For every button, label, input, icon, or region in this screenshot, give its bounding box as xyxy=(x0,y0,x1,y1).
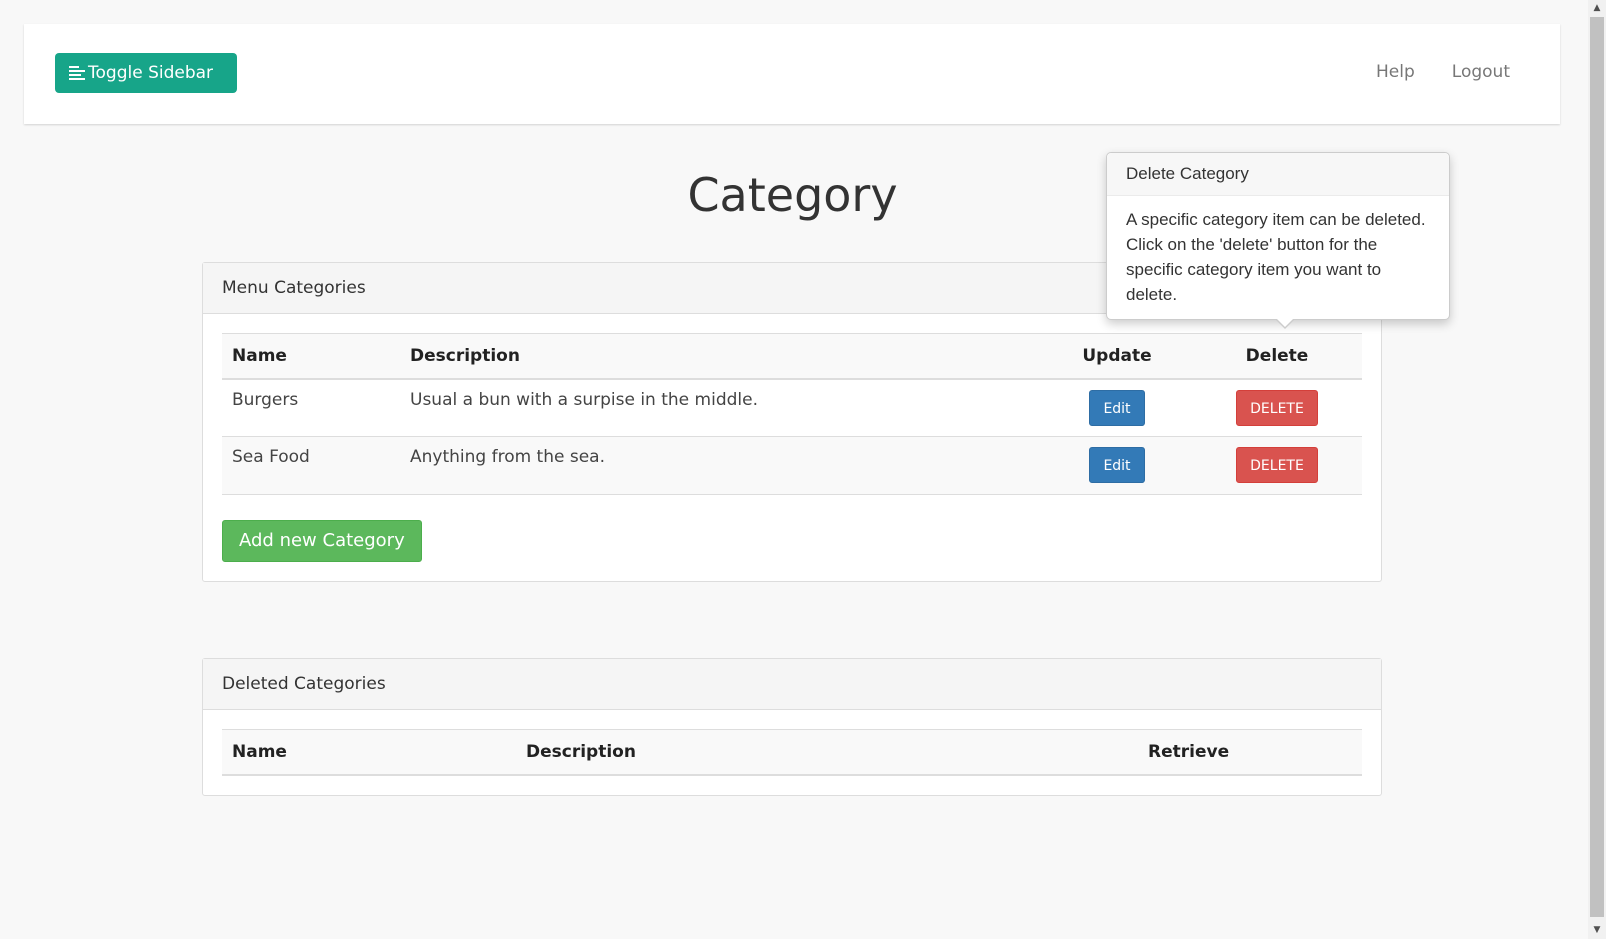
category-name: Burgers xyxy=(232,389,299,410)
deleted-categories-heading: Deleted Categories xyxy=(203,659,1381,710)
column-header-description: Description xyxy=(410,345,520,366)
add-category-button[interactable]: Add new Category xyxy=(222,520,422,562)
scroll-up-arrow-icon[interactable]: ▲ xyxy=(1588,0,1606,17)
toggle-sidebar-label: Toggle Sidebar xyxy=(88,63,214,83)
delete-category-popover: Delete Category A specific category item… xyxy=(1106,152,1450,329)
top-navbar: Toggle Sidebar Help Logout xyxy=(24,24,1560,124)
category-description: Anything from the sea. xyxy=(410,447,606,467)
help-link[interactable]: Help xyxy=(1376,62,1415,82)
column-header-retrieve: Retrieve xyxy=(1148,741,1230,762)
column-header-description: Description xyxy=(526,741,636,762)
column-header-name: Name xyxy=(232,345,287,366)
category-name: Sea Food xyxy=(232,447,310,467)
table-row: Sea Food Anything from the sea. Edit DEL… xyxy=(222,436,1362,495)
deleted-categories-table: Name Description Retrieve xyxy=(222,729,1362,776)
column-header-delete: Delete xyxy=(1245,345,1309,366)
delete-button[interactable]: DELETE xyxy=(1236,389,1318,426)
vertical-scrollbar[interactable]: ▲ ▼ xyxy=(1588,0,1606,939)
column-header-update: Update xyxy=(1082,345,1152,366)
edit-button[interactable]: Edit xyxy=(1089,447,1145,483)
toggle-sidebar-button[interactable]: Toggle Sidebar xyxy=(55,53,237,93)
align-left-icon xyxy=(69,66,85,80)
popover-title: Delete Category xyxy=(1107,153,1449,196)
popover-arrow xyxy=(1275,318,1295,329)
edit-button[interactable]: Edit xyxy=(1089,389,1145,426)
column-header-name: Name xyxy=(232,741,287,762)
delete-button[interactable]: DELETE xyxy=(1236,447,1318,483)
table-row: Burgers Usual a bun with a surpise in th… xyxy=(222,378,1362,437)
popover-content: A specific category item can be deleted.… xyxy=(1126,210,1426,304)
deleted-categories-panel: Deleted Categories Name Description Retr… xyxy=(202,658,1382,796)
scrollbar-thumb[interactable] xyxy=(1590,17,1604,917)
scroll-down-arrow-icon[interactable]: ▼ xyxy=(1588,922,1606,939)
nav-links: Help Logout xyxy=(1376,62,1510,82)
menu-categories-table: Name Description Update Delete Burgers U… xyxy=(222,333,1362,495)
category-description: Usual a bun with a surpise in the middle… xyxy=(410,389,758,410)
logout-link[interactable]: Logout xyxy=(1452,62,1510,82)
